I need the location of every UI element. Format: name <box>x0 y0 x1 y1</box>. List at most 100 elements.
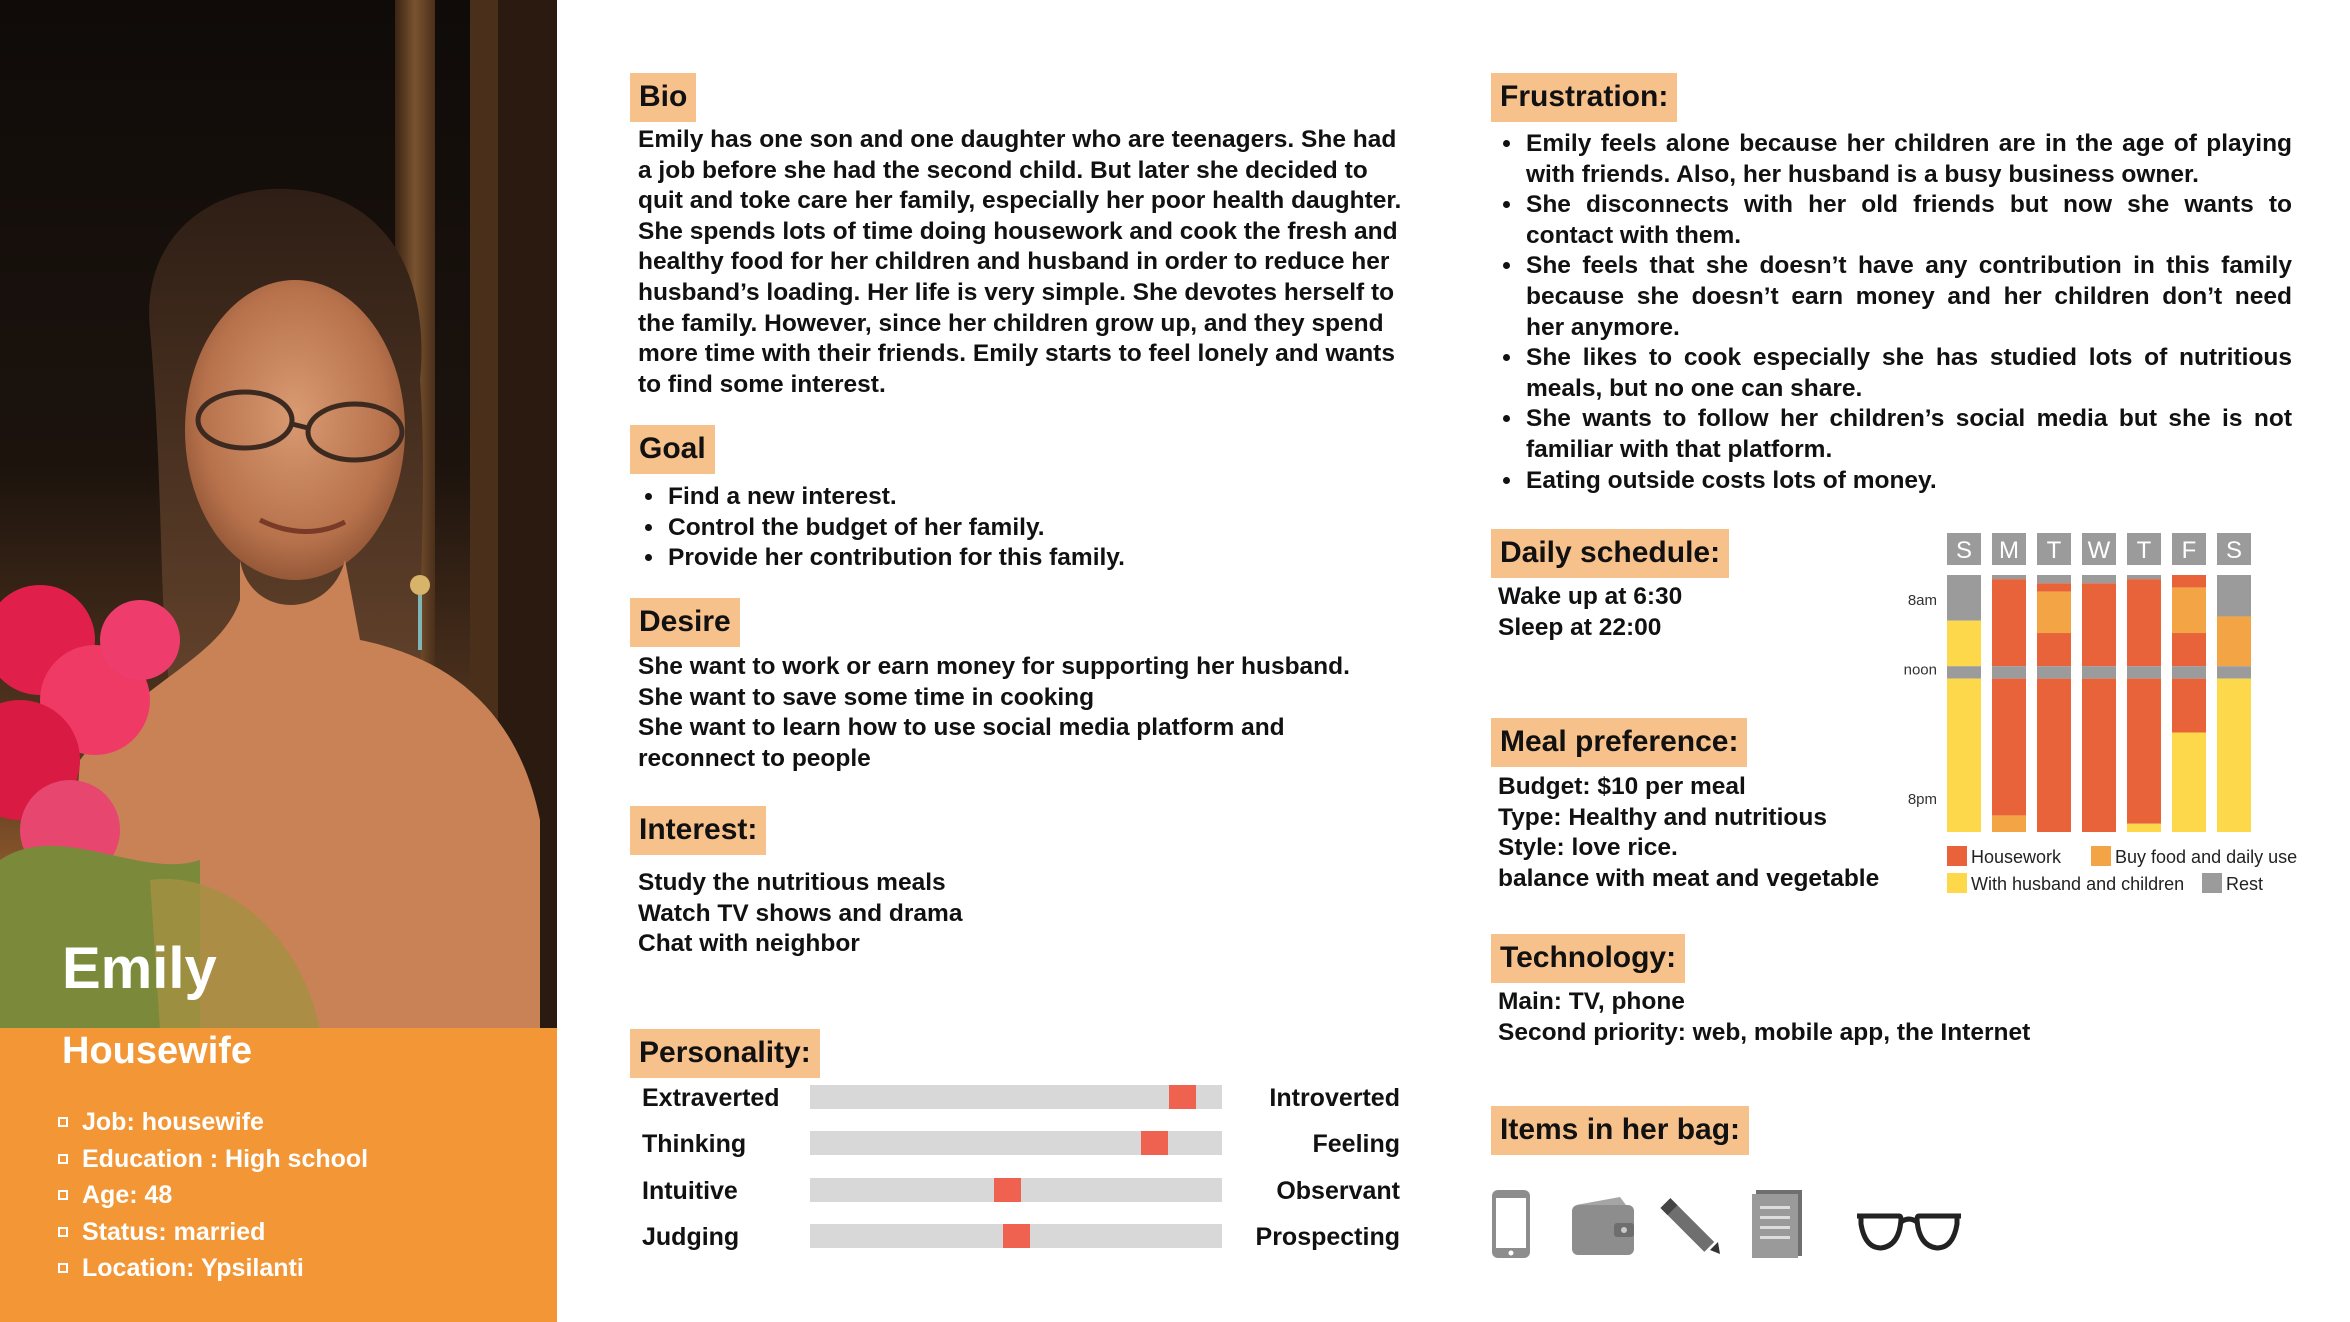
checkbox-square-icon <box>58 1190 68 1201</box>
day-label: S <box>1956 537 1972 564</box>
trait-right-label: Observant <box>1276 1177 1400 1205</box>
schedule-segment <box>2082 666 2116 679</box>
schedule-segment <box>2127 575 2161 580</box>
desire-heading: Desire <box>630 598 740 647</box>
schedule-segment <box>1947 666 1981 679</box>
trait-row: Thinking Feeling <box>640 1128 1400 1160</box>
schedule-segment <box>2037 575 2071 584</box>
schedule-segment <box>2037 591 2071 634</box>
pencil-icon <box>1660 1198 1720 1254</box>
persona-photo <box>0 0 557 1030</box>
interest-text: Study the nutritious meals Watch TV show… <box>638 869 963 958</box>
schedule-segment <box>2172 732 2206 832</box>
phone-icon <box>1492 1190 1530 1258</box>
y-tick-label: 8pm <box>1908 791 1937 808</box>
trait-left-label: Judging <box>642 1223 740 1251</box>
schedule-segment <box>2217 666 2251 679</box>
schedule-segment <box>1992 666 2026 679</box>
daily-schedule-text: Wake up at 6:30 Sleep at 22:00 <box>1498 583 1683 641</box>
fact-item: Status: married <box>58 1214 368 1251</box>
trait-left-label: Intuitive <box>642 1177 738 1205</box>
trait-track <box>810 1224 1222 1248</box>
legend-swatch <box>2091 846 2111 866</box>
trait-right-label: Prospecting <box>1255 1223 1400 1251</box>
checkbox-square-icon <box>58 1263 68 1274</box>
glasses-icon <box>1857 1213 1961 1251</box>
interest-heading: Interest: <box>630 806 767 855</box>
day-label: W <box>2088 537 2111 564</box>
frustration-item: She feels that she doesn’t have any cont… <box>1524 251 2292 343</box>
schedule-segment <box>1992 579 2026 667</box>
trait-marker <box>1140 1131 1168 1155</box>
legend-swatch <box>1947 846 1967 866</box>
day-label: T <box>2047 537 2062 564</box>
notebook-icon <box>1752 1190 1802 1258</box>
fact-item: Location: Ypsilanti <box>58 1250 368 1287</box>
schedule-segment <box>2172 633 2206 667</box>
frustration-heading: Frustration: <box>1491 73 1678 122</box>
trait-marker <box>1002 1224 1030 1248</box>
frustration-item: She disconnects with her old friends but… <box>1524 190 2292 251</box>
daily-schedule-heading: Daily schedule: <box>1491 529 1730 578</box>
trait-row: Intuitive Observant <box>640 1175 1400 1207</box>
schedule-segment <box>2172 666 2206 679</box>
persona-name: Emily <box>62 936 217 1001</box>
schedule-segment <box>2082 678 2116 832</box>
technology-heading: Technology: <box>1491 934 1686 983</box>
schedule-segment <box>2172 575 2206 588</box>
frustration-item: Emily feels alone because her children a… <box>1524 129 2292 190</box>
meal-preference-heading: Meal preference: <box>1491 718 1748 767</box>
goal-item: Control the budget of her family. <box>666 513 1406 544</box>
trait-track <box>810 1178 1222 1202</box>
trait-row: Extraverted Introverted <box>640 1082 1400 1114</box>
schedule-segment <box>2217 678 2251 832</box>
schedule-segment <box>1947 678 1981 832</box>
legend-label: Housework <box>1971 847 2062 867</box>
day-label: M <box>1999 537 2019 564</box>
schedule-segment <box>1992 678 2026 816</box>
desire-text: She want to work or earn money for suppo… <box>638 653 1350 772</box>
bio-heading: Bio <box>630 73 697 122</box>
wallet-icon <box>1572 1197 1634 1255</box>
schedule-segment <box>2037 666 2071 679</box>
schedule-segment <box>1992 815 2026 832</box>
checkbox-square-icon <box>58 1226 68 1237</box>
schedule-segment <box>2127 678 2161 824</box>
schedule-segment <box>2217 575 2251 617</box>
checkbox-square-icon <box>58 1153 68 1164</box>
trait-row: Judging Prospecting <box>640 1221 1400 1253</box>
frustration-item: She likes to cook especially she has stu… <box>1524 343 2292 404</box>
goal-heading: Goal <box>630 425 715 474</box>
personality-heading: Personality: <box>630 1029 820 1078</box>
fact-item: Education : High school <box>58 1141 368 1178</box>
goal-item: Provide her contribution for this family… <box>666 543 1406 574</box>
technology-text: Main: TV, phone Second priority: web, mo… <box>1498 988 2031 1046</box>
legend-label: With husband and children <box>1971 874 2184 894</box>
schedule-segment <box>2127 823 2161 832</box>
schedule-segment <box>2127 579 2161 667</box>
persona-panel: Emily Housewife Job: housewife Education… <box>0 0 557 1322</box>
schedule-segment <box>2037 583 2071 592</box>
trait-left-label: Extraverted <box>642 1084 780 1112</box>
trait-right-label: Feeling <box>1312 1130 1400 1158</box>
schedule-segment <box>1992 575 2026 580</box>
legend-label: Rest <box>2226 874 2263 894</box>
bio-text: Emily has one son and one daughter who a… <box>638 126 1402 398</box>
legend-label: Buy food and daily use <box>2115 847 2297 867</box>
checkbox-square-icon <box>58 1117 68 1128</box>
schedule-segment <box>2037 678 2071 832</box>
goal-list: Find a new interest. Control the budget … <box>638 482 1406 574</box>
schedule-segment <box>2172 703 2206 733</box>
schedule-segment <box>2037 633 2071 667</box>
persona-facts: Job: housewife Education : High school A… <box>58 1104 368 1287</box>
schedule-segment <box>2172 678 2206 704</box>
weekly-schedule-chart: S M T W T F S8amnoon8pmHousework Buy food and d… <box>1904 533 2297 894</box>
bag-heading: Items in her bag: <box>1491 1106 1750 1155</box>
schedule-segment <box>1947 575 1981 621</box>
trait-track <box>810 1085 1222 1109</box>
legend-swatch <box>2202 873 2222 893</box>
fact-item: Age: 48 <box>58 1177 368 1214</box>
frustration-list: Emily feels alone because her children a… <box>1496 129 2292 496</box>
legend-swatch <box>1947 873 1967 893</box>
schedule-segment <box>2127 666 2161 679</box>
